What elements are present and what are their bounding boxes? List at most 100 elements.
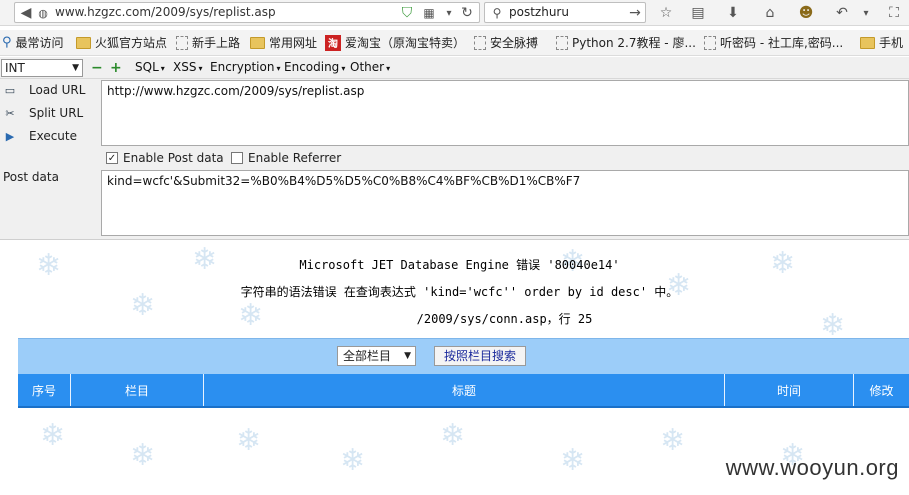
- folder-icon: [250, 36, 265, 49]
- bookmark-most-visited[interactable]: ⚲ 最常访问: [2, 34, 64, 51]
- navigation-bar: ◀ ◍ www.hzgzc.com/2009/sys/replist.asp ⛉…: [0, 0, 909, 26]
- folder-icon: [860, 36, 875, 49]
- column-index: 序号: [18, 374, 71, 406]
- bookmark-star-icon[interactable]: ☆: [656, 3, 676, 23]
- bookmark-label: 新手上路: [192, 36, 241, 50]
- menu-dropdown-icon[interactable]: ▾: [856, 3, 876, 23]
- download-icon[interactable]: ⬇: [723, 3, 743, 23]
- category-select-value: 全部栏目: [343, 349, 392, 363]
- taobao-icon: 淘: [325, 34, 341, 51]
- column-title: 标题: [204, 374, 725, 406]
- search-strip: 全部栏目 ▼ 按照栏目搜索: [18, 338, 909, 374]
- post-data-textarea[interactable]: kind=wcfc'&Submit32=%B0%B4%D5%D5%C0%B8%C…: [101, 170, 909, 236]
- qr-code-icon[interactable]: ▦: [419, 3, 439, 23]
- page-icon: [176, 35, 188, 50]
- snowflake-icon: ❄: [236, 423, 262, 458]
- bookmark-label: 爱淘宝（原淘宝特卖）: [345, 36, 466, 50]
- reload-icon[interactable]: ↻: [457, 3, 477, 23]
- split-url-label: Split URL: [29, 106, 84, 120]
- post-data-label: Post data: [3, 170, 59, 184]
- encoding-select-value: INT: [5, 61, 25, 75]
- enable-post-checkbox[interactable]: ✓ Enable Post data: [106, 151, 224, 165]
- hackbar-panel: ▭ Load URL ✂ Split URL ▶ Execute http://…: [0, 79, 909, 240]
- page-icon: [704, 35, 716, 50]
- url-bar[interactable]: ◀ ◍ www.hzgzc.com/2009/sys/replist.asp ⛉…: [14, 2, 480, 23]
- url-textarea[interactable]: http://www.hzgzc.com/2009/sys/replist.as…: [101, 80, 909, 146]
- menu-encryption[interactable]: Encryption: [210, 60, 280, 74]
- bookmark-label: 常用网址: [269, 36, 318, 50]
- checkmark-icon: ✓: [106, 152, 118, 164]
- bookmark-firefox-site[interactable]: 火狐官方站点: [76, 34, 167, 51]
- empty-checkbox-icon: [231, 152, 243, 164]
- bookmark-mobile[interactable]: 手机: [860, 34, 903, 51]
- enable-referrer-label: Enable Referrer: [248, 151, 342, 165]
- undo-icon[interactable]: ↶: [832, 3, 852, 23]
- load-url-icon: ▭: [4, 83, 16, 97]
- page-icon: [556, 35, 568, 50]
- go-arrow-icon[interactable]: →: [625, 3, 645, 23]
- error-message: 字符串的语法错误 在查询表达式 'kind='wcfc'' order by i…: [240, 285, 679, 299]
- dropdown-icon[interactable]: ▾: [439, 3, 459, 23]
- bookmark-label: 听密码 - 社工库,密码...: [720, 36, 844, 50]
- chat-icon[interactable]: ☻: [796, 3, 816, 23]
- menu-encoding[interactable]: Encoding: [284, 60, 345, 74]
- chevron-down-icon: ▼: [404, 351, 411, 361]
- snowflake-icon: ❄: [340, 443, 366, 478]
- bookmark-label: 手机: [879, 36, 904, 50]
- execute-label: Execute: [29, 129, 77, 143]
- error-location: /2009/sys/conn.asp，行 25: [416, 312, 593, 326]
- menu-other[interactable]: Other: [350, 60, 390, 74]
- encoding-select[interactable]: INT ▼: [1, 59, 83, 77]
- load-url-label: Load URL: [29, 83, 86, 97]
- home-icon[interactable]: ⌂: [760, 3, 780, 23]
- search-input[interactable]: postzhuru: [509, 5, 569, 19]
- bookmark-python-tutorial[interactable]: Python 2.7教程 - 廖...: [556, 34, 696, 51]
- reading-list-icon[interactable]: ▤: [688, 3, 708, 23]
- search-bar[interactable]: ⚲ postzhuru →: [484, 2, 646, 23]
- play-icon: ▶: [5, 129, 15, 143]
- globe-icon: ◍: [38, 6, 48, 20]
- crop-icon[interactable]: ⛶: [884, 3, 904, 23]
- column-time: 时间: [725, 374, 854, 406]
- bookmark-label: Python 2.7教程 - 廖...: [572, 36, 696, 50]
- error-title: Microsoft JET Database Engine 错误 '80040e…: [299, 258, 620, 272]
- page-content: ❄ ❄ ❄ ❄ ❄ ❄ ❄ ❄ ❄ ❄ ❄ ❄ ❄ ❄ ❄ ❄ Microsof…: [0, 241, 909, 495]
- url-text: www.hzgzc.com/2009/sys/replist.asp: [55, 5, 276, 19]
- hackbar-toolbar: INT ▼ − + SQL XSS Encryption Encoding Ot…: [0, 57, 909, 79]
- menu-xss[interactable]: XSS: [173, 60, 202, 74]
- snowflake-icon: ❄: [440, 418, 466, 453]
- bookmark-getting-started[interactable]: 新手上路: [176, 34, 240, 51]
- category-select[interactable]: 全部栏目 ▼: [337, 346, 416, 366]
- snowflake-icon: ❄: [660, 423, 686, 458]
- enable-post-label: Enable Post data: [123, 151, 224, 165]
- enable-referrer-checkbox[interactable]: Enable Referrer: [231, 151, 341, 165]
- column-edit: 修改: [869, 383, 894, 398]
- snowflake-icon: ❄: [560, 443, 586, 478]
- bookmark-taobao[interactable]: 淘 爱淘宝（原淘宝特卖）: [325, 34, 465, 51]
- snowflake-icon: ❄: [40, 418, 66, 453]
- menu-sql[interactable]: SQL: [135, 60, 165, 74]
- watermark: www.wooyun.org: [725, 455, 899, 480]
- shield-icon[interactable]: ⛉: [397, 3, 417, 23]
- bookmark-password-lookup[interactable]: 听密码 - 社工库,密码...: [704, 34, 843, 51]
- bookmark-label: 火狐官方站点: [95, 36, 168, 50]
- most-visited-icon: ⚲: [2, 35, 12, 50]
- plus-icon[interactable]: +: [110, 60, 122, 76]
- scissors-icon: ✂: [5, 106, 15, 120]
- load-url-button[interactable]: ▭ Load URL: [3, 83, 86, 97]
- category-search-button[interactable]: 按照栏目搜索: [434, 346, 526, 366]
- bookmark-common-sites[interactable]: 常用网址: [250, 34, 317, 51]
- page-icon: [474, 35, 486, 50]
- table-header: 序号 栏目 标题 时间 修改: [18, 374, 909, 408]
- bookmark-label: 安全脉搏: [490, 36, 539, 50]
- snowflake-icon: ❄: [130, 438, 156, 473]
- column-category: 栏目: [71, 374, 204, 406]
- execute-button[interactable]: ▶ Execute: [3, 129, 77, 143]
- bookmark-security-pulse[interactable]: 安全脉搏: [474, 34, 538, 51]
- bookmarks-toolbar: ⚲ 最常访问 火狐官方站点 新手上路 常用网址 淘 爱淘宝（原淘宝特卖） 安全脉…: [0, 30, 909, 56]
- split-url-button[interactable]: ✂ Split URL: [3, 106, 83, 120]
- chevron-down-icon: ▼: [72, 63, 79, 73]
- folder-icon: [76, 36, 91, 49]
- bookmark-label: 最常访问: [15, 36, 64, 50]
- minus-icon[interactable]: −: [91, 60, 103, 76]
